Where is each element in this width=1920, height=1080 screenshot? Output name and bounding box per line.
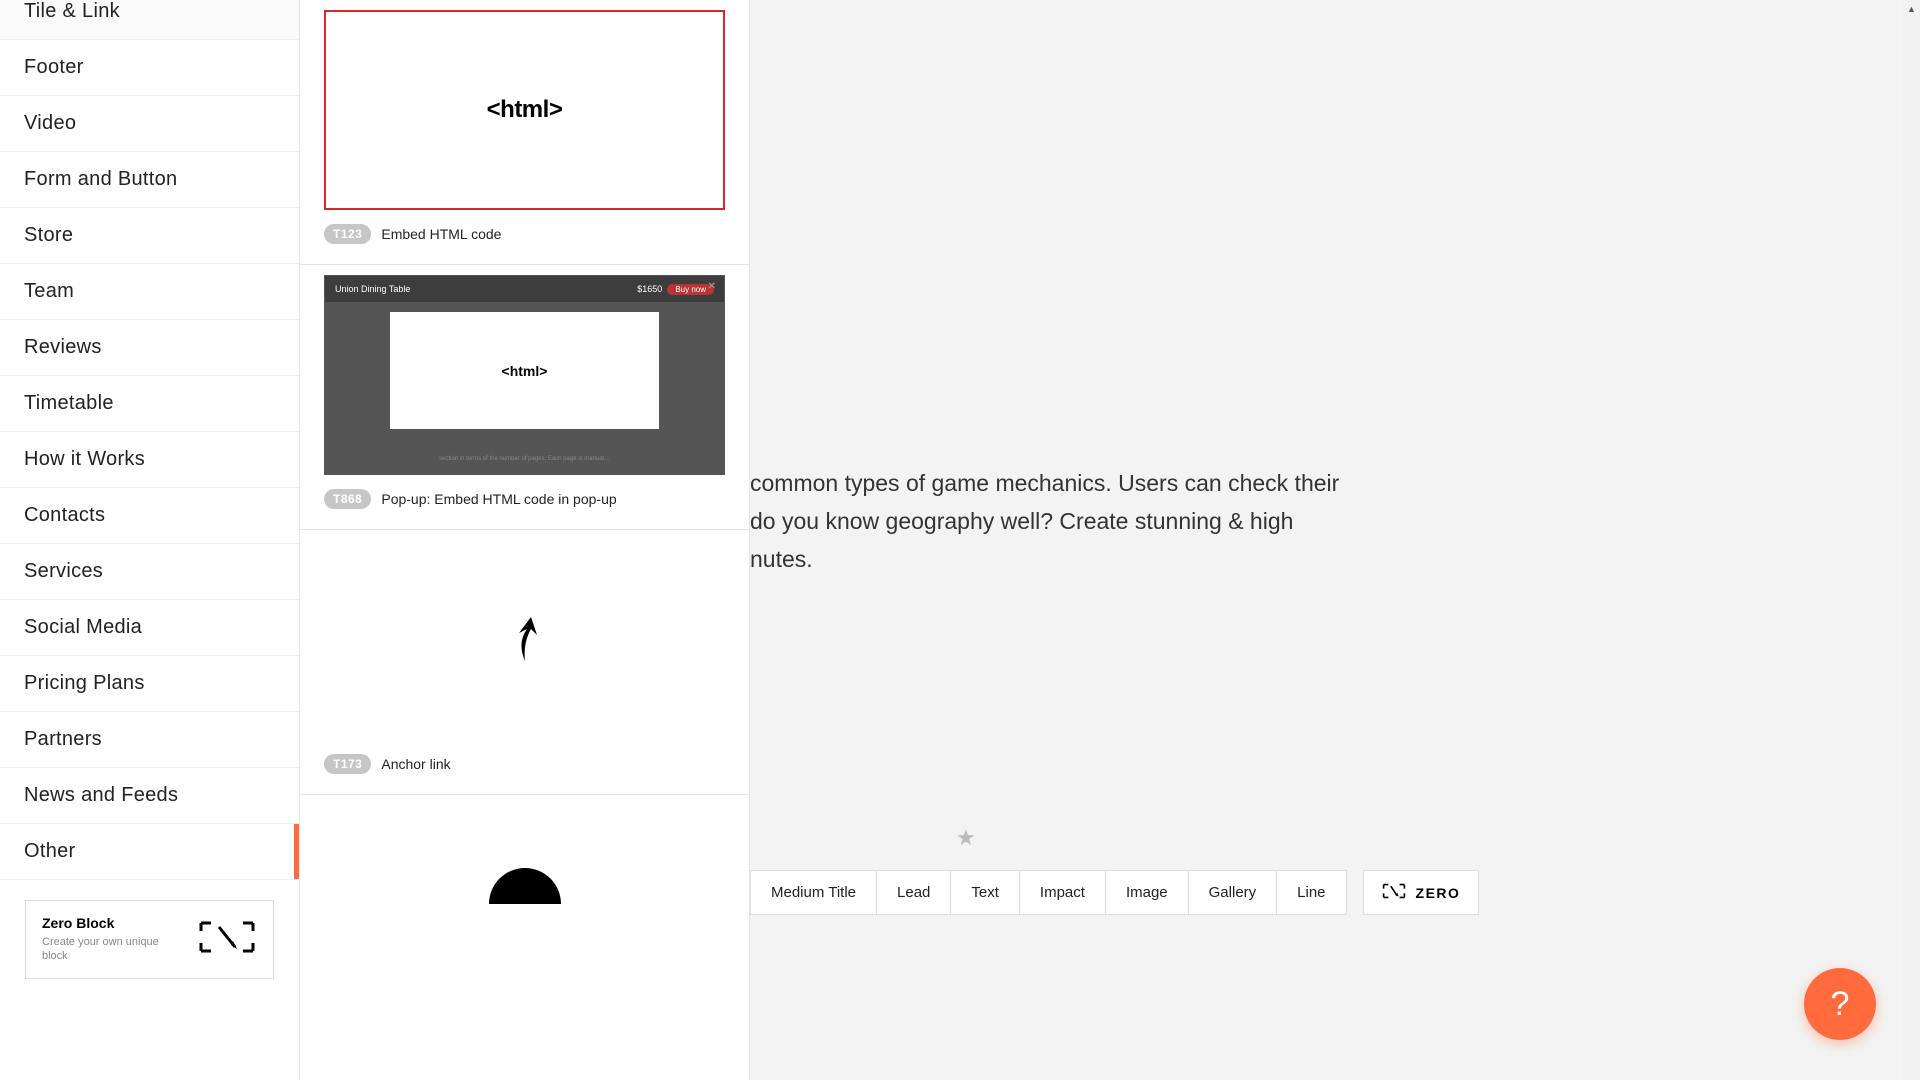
sidebar-item-label: Contacts [24,504,105,527]
toolbar-medium-title[interactable]: Medium Title [750,870,877,915]
block-preview: <html> [324,10,725,210]
zero-block-title: Zero Block [42,915,177,931]
toolbar-zero-button[interactable]: ZERO [1363,870,1480,915]
block-title: Pop-up: Embed HTML code in pop-up [381,491,616,507]
block-code-badge: T868 [324,489,371,509]
zero-block-icon [197,919,257,960]
toolbar-gallery[interactable]: Gallery [1189,870,1278,915]
sidebar-item-team[interactable]: Team [0,264,299,320]
scroll-up-arrow-icon[interactable]: ▲ [1903,0,1920,17]
category-sidebar: Tile & Link Footer Video Form and Button… [0,0,300,1080]
block-preview [324,540,725,740]
circle-icon [489,868,561,905]
zero-block-desc: Create your own unique block [42,935,177,964]
body-paragraph: common types of game mechanics. Users ca… [750,465,1880,579]
sidebar-item-store[interactable]: Store [0,208,299,264]
sidebar-item-label: How it Works [24,448,145,471]
sidebar-item-label: Services [24,560,103,583]
page-canvas: common types of game mechanics. Users ca… [750,0,1920,1080]
zero-label: ZERO [1416,885,1461,901]
block-code-badge: T123 [324,224,371,244]
sidebar-item-footer[interactable]: Footer [0,40,299,96]
close-icon: ✕ [708,281,716,292]
popup-price: $1650 [637,284,662,294]
help-button[interactable]: ? [1804,968,1876,1040]
sidebar-item-label: Video [24,112,76,135]
toolbar-lead[interactable]: Lead [877,870,951,915]
sidebar-item-label: Timetable [24,392,114,415]
block-item-anchor-link[interactable]: T173 Anchor link [300,530,749,795]
star-icon: ★ [956,825,976,851]
html-tag-label: <html> [502,363,548,379]
block-preview: Union Dining Table $1650 Buy now ✕ <html… [324,275,725,475]
block-item-next[interactable] [300,795,749,905]
block-item-popup-html[interactable]: Union Dining Table $1650 Buy now ✕ <html… [300,265,749,530]
zero-bolt-icon [1382,882,1406,903]
sidebar-item-label: Store [24,224,73,247]
sidebar-item-label: Reviews [24,336,102,359]
popup-body: <html> [390,312,659,429]
html-tag-label: <html> [487,96,563,124]
sidebar-item-contacts[interactable]: Contacts [0,488,299,544]
popup-header-title: Union Dining Table [335,284,410,294]
toolbar-image[interactable]: Image [1106,870,1189,915]
sidebar-item-reviews[interactable]: Reviews [0,320,299,376]
sidebar-item-label: Pricing Plans [24,672,145,695]
toolbar-line[interactable]: Line [1277,870,1346,915]
sidebar-item-tile-link[interactable]: Tile & Link [0,0,299,40]
element-toolbar: Medium Title Lead Text Impact Image Gall… [750,870,1479,915]
sidebar-item-services[interactable]: Services [0,544,299,600]
sidebar-item-label: Social Media [24,616,142,639]
sidebar-item-timetable[interactable]: Timetable [0,376,299,432]
block-item-embed-html[interactable]: <html> T123 Embed HTML code [300,0,749,265]
sidebar-item-partners[interactable]: Partners [0,712,299,768]
sidebar-item-label: Footer [24,56,84,79]
scrollbar-track[interactable] [1903,0,1920,1080]
block-title: Anchor link [381,756,450,772]
block-meta: T123 Embed HTML code [324,224,725,244]
sidebar-item-news-feeds[interactable]: News and Feeds [0,768,299,824]
block-meta: T868 Pop-up: Embed HTML code in pop-up [324,489,725,509]
sidebar-item-video[interactable]: Video [0,96,299,152]
sidebar-item-label: Tile & Link [24,0,120,23]
toolbar-text[interactable]: Text [951,870,1020,915]
sidebar-item-label: News and Feeds [24,784,178,807]
toolbar-impact[interactable]: Impact [1020,870,1106,915]
sidebar-item-social-media[interactable]: Social Media [0,600,299,656]
sidebar-item-form-button[interactable]: Form and Button [0,152,299,208]
block-code-badge: T173 [324,754,371,774]
block-preview [324,805,725,905]
block-library-panel[interactable]: <html> T123 Embed HTML code Union Dining… [300,0,750,1080]
sidebar-item-label: Team [24,280,74,303]
arrow-up-icon [505,613,545,668]
zero-block-card[interactable]: Zero Block Create your own unique block [25,900,274,979]
sidebar-item-label: Form and Button [24,168,177,191]
sidebar-item-how-it-works[interactable]: How it Works [0,432,299,488]
sidebar-item-other[interactable]: Other [0,824,299,880]
block-title: Embed HTML code [381,226,501,242]
question-icon: ? [1831,985,1850,1024]
popup-caption: section in terms of the number of pages.… [325,456,724,464]
sidebar-item-label: Partners [24,728,102,751]
sidebar-item-pricing-plans[interactable]: Pricing Plans [0,656,299,712]
block-meta: T173 Anchor link [324,754,725,774]
popup-header: Union Dining Table $1650 Buy now ✕ [325,276,724,302]
sidebar-item-label: Other [24,840,76,863]
zero-block-text: Zero Block Create your own unique block [42,915,177,964]
